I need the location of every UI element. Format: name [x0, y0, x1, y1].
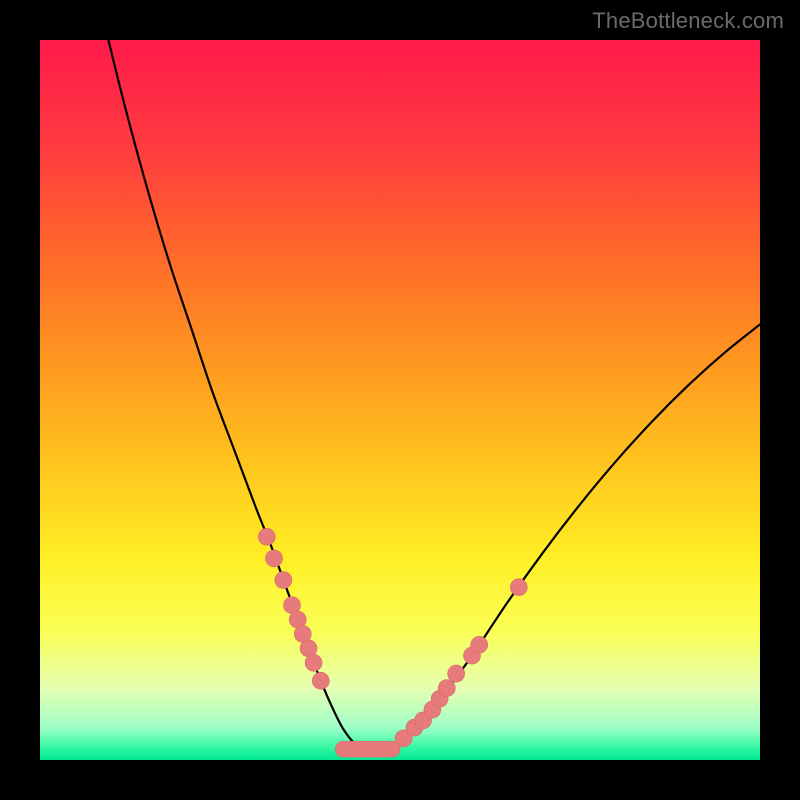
data-marker: [312, 672, 329, 689]
data-marker: [510, 579, 527, 596]
plot-area: [40, 40, 760, 760]
watermark-text: TheBottleneck.com: [592, 8, 784, 34]
valley-marker-cluster: [335, 741, 400, 757]
gradient-background: [40, 40, 760, 760]
data-marker: [258, 528, 275, 545]
data-marker: [438, 680, 455, 697]
chart-frame: TheBottleneck.com: [0, 0, 800, 800]
data-marker: [305, 654, 322, 671]
data-marker: [275, 572, 292, 589]
bottleneck-chart: [40, 40, 760, 760]
data-marker: [448, 665, 465, 682]
data-marker: [471, 636, 488, 653]
data-marker: [266, 550, 283, 567]
